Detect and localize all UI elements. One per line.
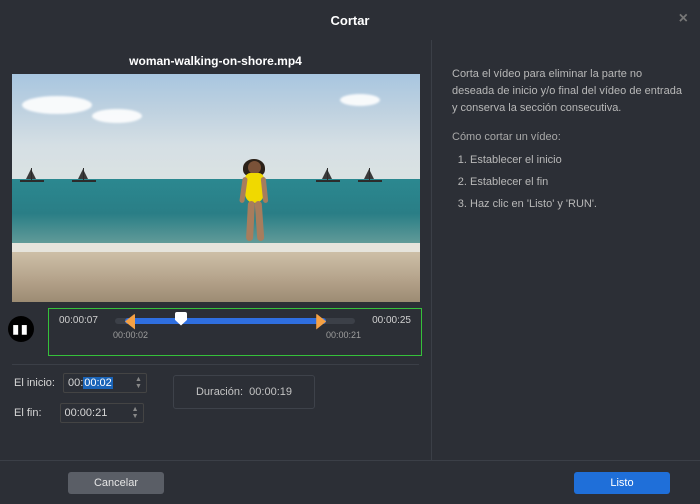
- dialog-content: woman-walking-on-shore.mp4 ▮▮: [0, 40, 700, 460]
- start-time-value: 00:00:02: [68, 377, 113, 389]
- left-panel: woman-walking-on-shore.mp4 ▮▮: [0, 40, 432, 460]
- trim-end-time: 00:00:21: [326, 330, 361, 340]
- spinner-buttons[interactable]: ▲▼: [132, 406, 139, 420]
- dialog-titlebar: Cortar ×: [0, 0, 700, 40]
- dialog-title: Cortar: [330, 13, 369, 28]
- help-step: Establecer el inicio: [470, 152, 682, 169]
- trim-start-time: 00:00:02: [113, 330, 148, 340]
- spinner-buttons[interactable]: ▲▼: [135, 376, 142, 390]
- video-preview[interactable]: [12, 74, 420, 302]
- pause-button[interactable]: ▮▮: [8, 316, 34, 342]
- total-time: 00:00:25: [363, 315, 411, 326]
- trim-range: [125, 318, 327, 324]
- end-time-value: 00:00:21: [65, 407, 108, 419]
- help-step: Establecer el fin: [470, 174, 682, 191]
- start-time-spinner[interactable]: 00:00:02 ▲▼: [63, 373, 147, 393]
- trim-timeline: 00:00:07 00:00:25 00:00:02 00:00:21: [48, 308, 422, 356]
- current-time: 00:00:07: [59, 315, 107, 326]
- video-filename: woman-walking-on-shore.mp4: [12, 54, 419, 68]
- cancel-button[interactable]: Cancelar: [68, 472, 164, 494]
- duration-display: Duración: 00:00:19: [173, 375, 315, 409]
- help-intro: Corta el vídeo para eliminar la parte no…: [452, 66, 682, 117]
- timeline-track[interactable]: [115, 318, 355, 324]
- help-step: Haz clic en 'Listo' y 'RUN'.: [470, 196, 682, 213]
- start-label: El inicio:: [14, 377, 55, 389]
- help-panel: Corta el vídeo para eliminar la parte no…: [432, 40, 700, 460]
- pause-icon: ▮▮: [12, 322, 29, 336]
- help-steps: Establecer el inicio Establecer el fin H…: [470, 152, 682, 213]
- end-time-spinner[interactable]: 00:00:21 ▲▼: [60, 403, 144, 423]
- end-label: El fin:: [14, 407, 42, 419]
- help-howto-title: Cómo cortar un vídeo:: [452, 129, 682, 146]
- dialog-footer: Cancelar Listo: [0, 460, 700, 504]
- divider: [12, 364, 419, 365]
- close-icon[interactable]: ×: [679, 10, 688, 28]
- trim-fields: El inicio: 00:00:02 ▲▼ El fin: 00:00:21 …: [12, 373, 419, 423]
- done-button[interactable]: Listo: [574, 472, 670, 494]
